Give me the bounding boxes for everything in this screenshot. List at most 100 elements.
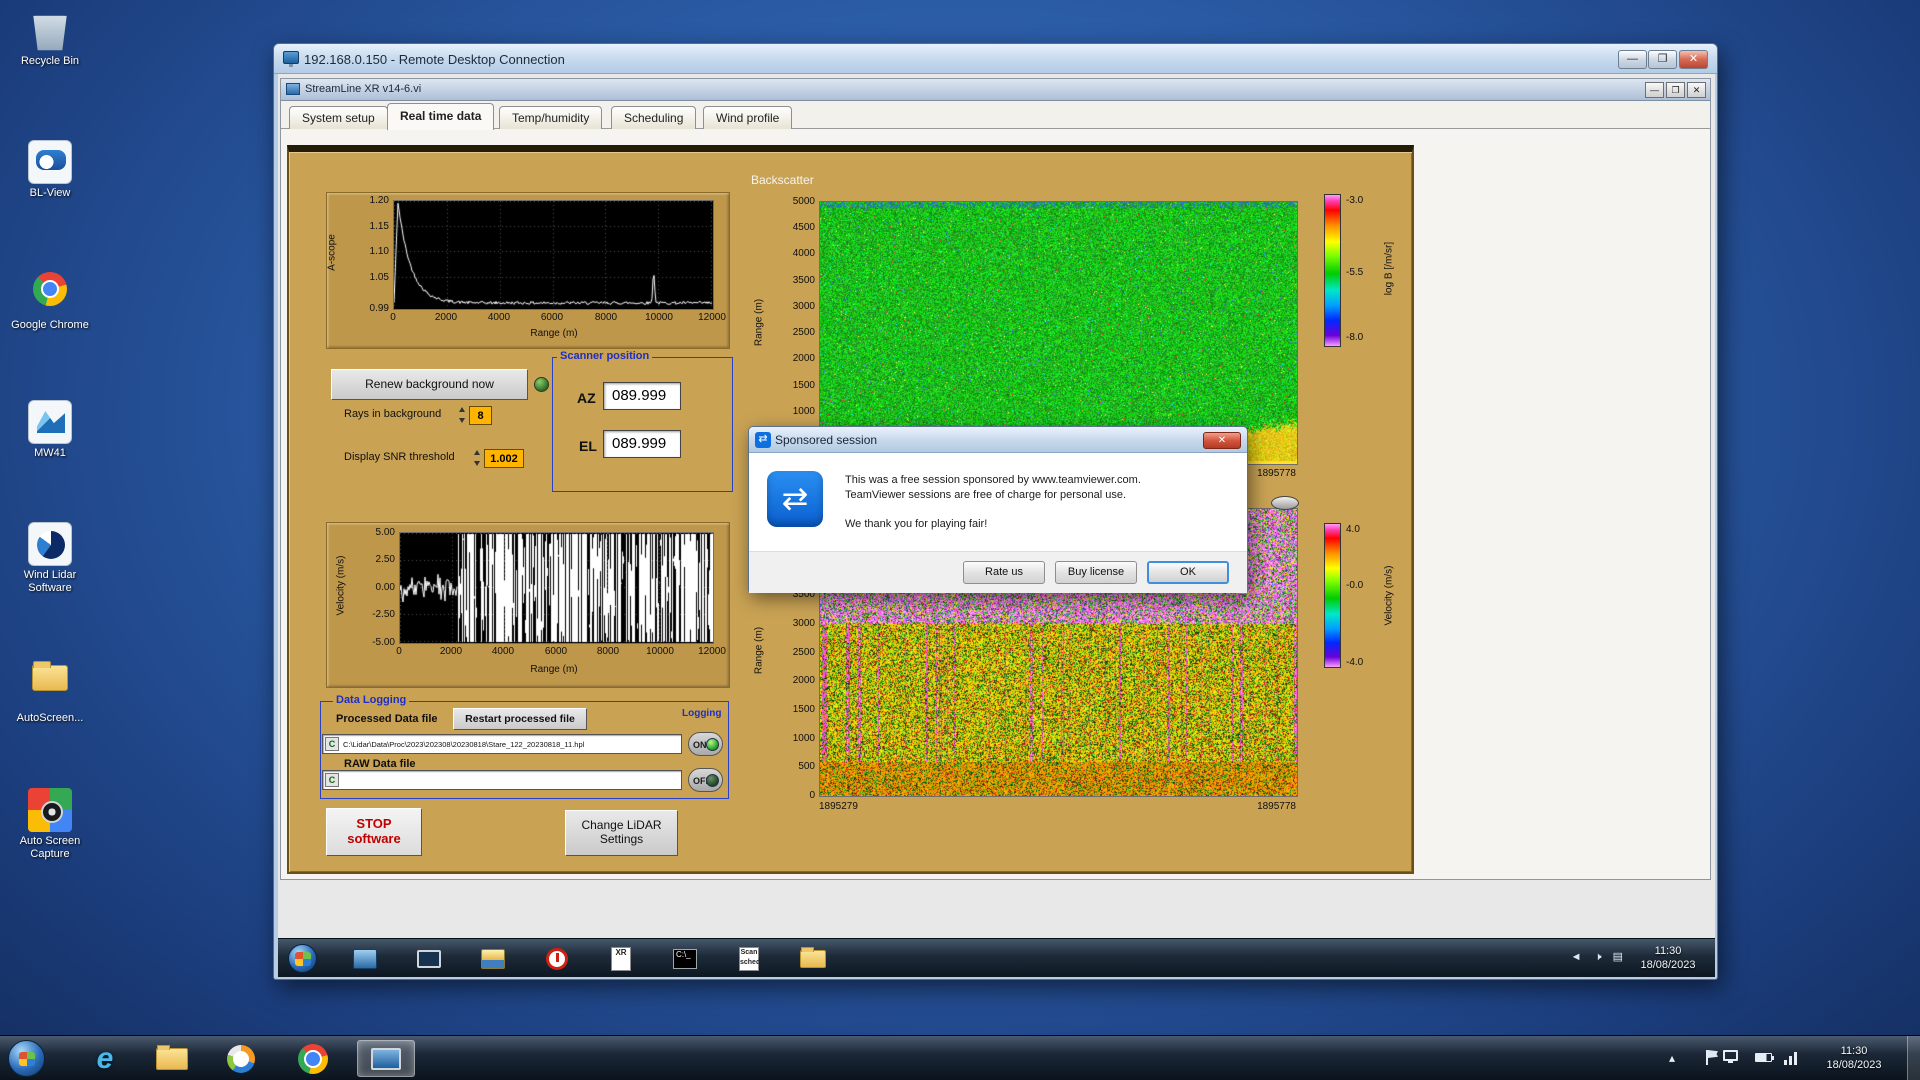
colorbar-tick: -3.0 [1346, 195, 1364, 206]
buy-license-button[interactable]: Buy license [1055, 561, 1137, 584]
velocity-ylabel: Velocity (m/s) [335, 555, 347, 616]
rays-spinner[interactable] [458, 406, 467, 424]
host-task-explorer[interactable] [146, 1040, 198, 1077]
tab-wind-profile[interactable]: Wind profile [703, 106, 793, 129]
axis-tick: 1500 [792, 704, 815, 715]
host-clock[interactable]: 11:30 18/08/2023 [1814, 1044, 1894, 1072]
host-task-chrome[interactable] [287, 1040, 339, 1077]
path-drive-icon[interactable]: C [325, 737, 339, 751]
raw-logging-toggle[interactable]: OFF [688, 768, 723, 792]
processed-path-field[interactable]: C C:\Lidar\Data\Proc\2023\202308\2023081… [322, 734, 682, 754]
host-task-wmp[interactable] [215, 1040, 267, 1077]
ok-button[interactable]: OK [1147, 561, 1229, 584]
host-start-button[interactable] [8, 1040, 45, 1077]
desktop-icon-recycle-bin[interactable]: Recycle Bin [4, 8, 96, 68]
host-task-rdp-active[interactable] [357, 1040, 415, 1077]
tab-real-time-data[interactable]: Real time data [387, 103, 495, 130]
display-tray-icon[interactable] [1723, 1050, 1738, 1063]
az-value-field[interactable]: 089.999 [603, 382, 681, 410]
tray-expand-arrow[interactable]: ▴ [1669, 1051, 1675, 1065]
tray-expand-arrow[interactable]: ◄ [1571, 951, 1582, 963]
velocity-heatmap-ylabel: Range (m) [753, 626, 765, 675]
battery-tray-icon[interactable] [1755, 1050, 1774, 1062]
rdp-close-button[interactable]: ✕ [1679, 50, 1708, 69]
scan-sched-icon: Scan sched [739, 947, 760, 971]
tab-scheduling[interactable]: Scheduling [611, 106, 697, 129]
remote-task-scan-sched[interactable]: Scan sched [729, 945, 769, 973]
stop-software-button[interactable]: STOP software [326, 808, 422, 856]
rdp-maximize-button[interactable]: ❐ [1648, 50, 1677, 69]
axis-tick: 1.05 [369, 272, 389, 283]
streamline-restore-button[interactable]: ❐ [1666, 82, 1685, 98]
a-scope-chart [393, 200, 714, 310]
language-icon[interactable]: ▤ [1613, 951, 1623, 963]
remote-task-app1[interactable] [345, 945, 385, 973]
dialog-close-button[interactable]: ✕ [1203, 432, 1241, 449]
remote-task-streamline[interactable]: XR [601, 945, 641, 973]
tab-temp-humidity[interactable]: Temp/humidity [499, 106, 603, 129]
change-lidar-settings-button[interactable]: Change LiDAR Settings [565, 810, 678, 856]
rdp-minimize-button[interactable]: — [1618, 50, 1647, 69]
streamline-minimize-button[interactable]: — [1645, 82, 1664, 98]
backscatter-colorbar-label: log B [/m/sr] [1383, 241, 1395, 296]
desktop-icon-label: Recycle Bin [20, 55, 80, 67]
remote-task-photos[interactable] [473, 945, 513, 973]
streamline-window-title: StreamLine XR v14-6.vi [305, 83, 422, 95]
axis-tick: 1500 [792, 380, 815, 391]
volume-icon[interactable]: 🕨 [1595, 951, 1602, 963]
network-tray-icon[interactable] [1784, 1050, 1800, 1065]
action-center-flag-icon[interactable] [1706, 1050, 1708, 1065]
dialog-line3: We thank you for playing fair! [845, 518, 988, 530]
dialog-title: Sponsored session [775, 433, 878, 447]
toggle-led-off [706, 774, 719, 787]
axis-tick: 1.15 [369, 221, 389, 232]
tab-system-setup[interactable]: System setup [289, 106, 388, 129]
restart-processed-file-button[interactable]: Restart processed file [453, 708, 587, 730]
axis-tick: 1000 [792, 406, 815, 417]
slider-knob[interactable] [1271, 496, 1299, 510]
path-drive-icon[interactable]: C [325, 773, 339, 787]
a-scope-ylabel: A-scope [326, 234, 338, 271]
rdp-titlebar[interactable]: 192.168.0.150 - Remote Desktop Connectio… [274, 44, 1717, 74]
show-desktop-button[interactable] [1907, 1036, 1920, 1080]
rays-value[interactable]: 8 [469, 406, 492, 425]
processed-logging-toggle[interactable]: ON [688, 732, 723, 756]
axis-tick: 0 [396, 646, 402, 657]
desktop-icon-bl-view[interactable]: BL-View [4, 140, 96, 200]
rate-us-button[interactable]: Rate us [963, 561, 1045, 584]
stop-button-line1: STOP [356, 816, 392, 831]
streamline-close-button[interactable]: ✕ [1687, 82, 1706, 98]
processed-data-file-label: Processed Data file [336, 713, 438, 725]
remote-task-monitor[interactable] [409, 945, 449, 973]
host-time: 11:30 [1840, 1045, 1868, 1057]
remote-task-power[interactable] [537, 945, 577, 973]
remote-task-folder[interactable] [793, 945, 833, 973]
logging-label: Logging [679, 708, 725, 719]
colorbar-tick: -4.0 [1346, 657, 1364, 668]
desktop-icon-google-chrome[interactable]: Google Chrome [4, 268, 96, 332]
snr-spinner[interactable] [473, 449, 482, 467]
chrome-icon [28, 272, 72, 316]
mw41-icon [28, 400, 72, 444]
toggle-led-on [706, 738, 719, 751]
folder-icon [28, 661, 72, 709]
desktop-icon-autoscreen-folder[interactable]: AutoScreen... [4, 656, 96, 725]
host-task-ie[interactable]: e [79, 1040, 131, 1077]
raw-path-field[interactable]: C [322, 770, 682, 790]
remote-tray[interactable]: ◄ 🕨 ▤ [1571, 950, 1623, 964]
desktop-icon-auto-screen-capture[interactable]: Auto Screen Capture [4, 788, 96, 861]
remote-clock[interactable]: 11:30 18/08/2023 [1629, 944, 1707, 972]
axis-tick: 5000 [792, 196, 815, 207]
renew-background-button[interactable]: Renew background now [331, 369, 528, 400]
el-value-field[interactable]: 089.999 [603, 430, 681, 458]
backscatter-title: Backscatter [751, 173, 814, 187]
desktop-icon-wind-lidar-software[interactable]: Wind Lidar Software [4, 522, 96, 595]
streamline-titlebar[interactable]: StreamLine XR v14-6.vi — ❐ ✕ [281, 79, 1710, 101]
desktop-icon-label: AutoScreen... [16, 712, 84, 724]
host-date: 18/08/2023 [1826, 1059, 1882, 1071]
remote-start-button[interactable] [288, 944, 317, 973]
remote-task-console[interactable]: C:\_ [665, 945, 705, 973]
snr-value[interactable]: 1.002 [484, 449, 524, 468]
dialog-titlebar[interactable]: ⇄ Sponsored session ✕ [749, 427, 1247, 453]
desktop-icon-mw41[interactable]: MW41 [4, 400, 96, 460]
